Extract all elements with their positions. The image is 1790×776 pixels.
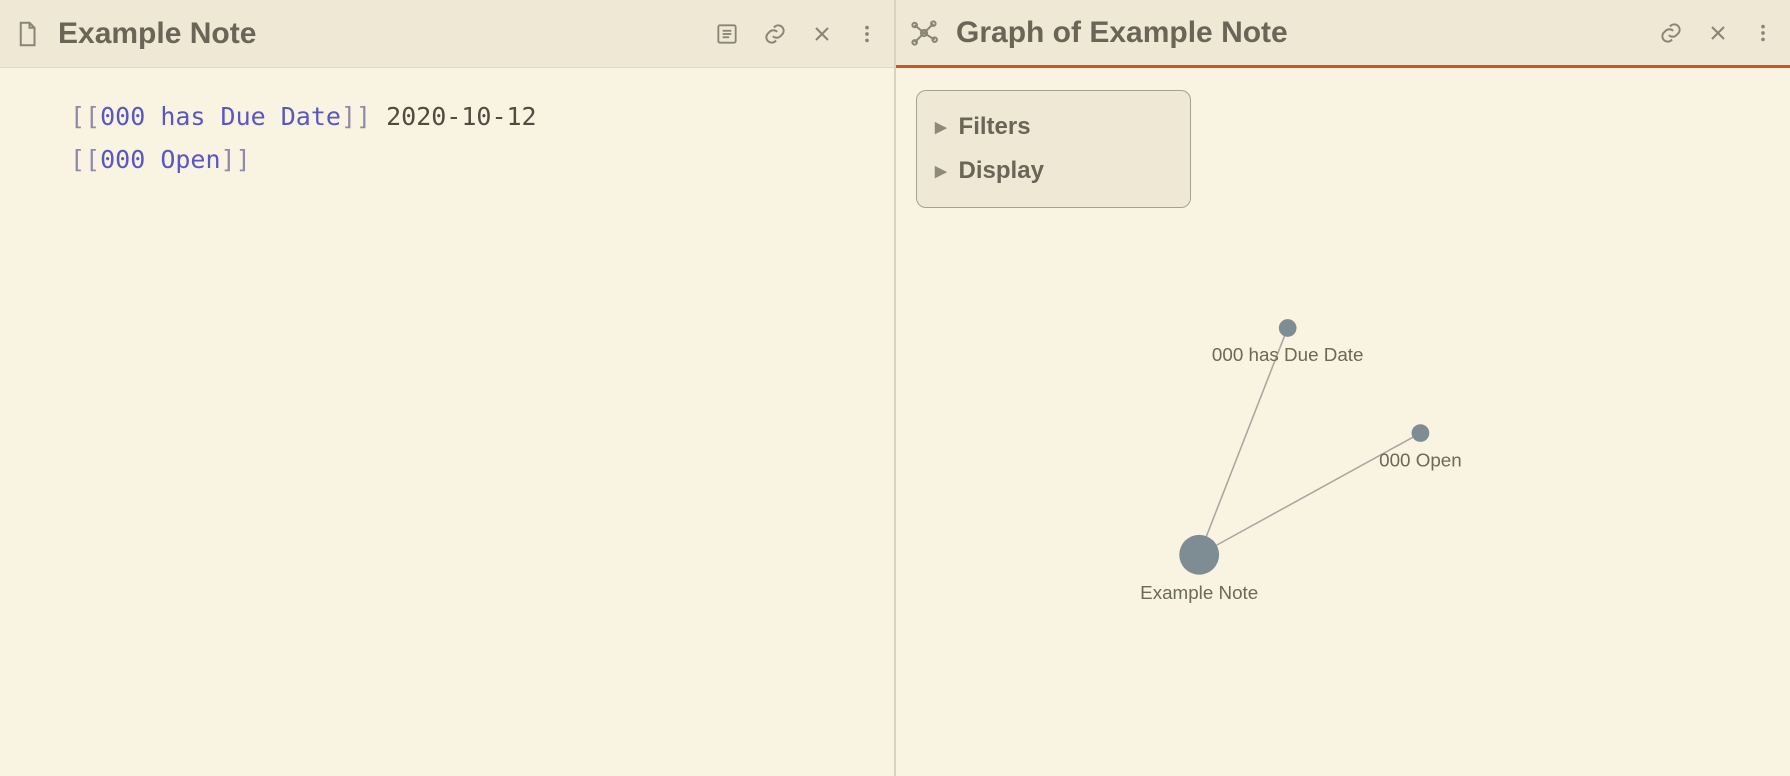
filters-label: Filters: [959, 113, 1031, 141]
note-header-actions: [714, 21, 878, 47]
more-icon[interactable]: [856, 21, 878, 47]
graph-node-label: Example Note: [1140, 582, 1258, 603]
graph-node-label: 000 Open: [1379, 449, 1462, 470]
graph-settings-panel: ▶ Filters ▶ Display: [916, 90, 1191, 208]
chevron-right-icon: ▶: [935, 162, 947, 180]
note-title: Example Note: [58, 17, 698, 51]
filters-toggle[interactable]: ▶ Filters: [931, 105, 1164, 149]
reading-view-icon[interactable]: [714, 21, 740, 47]
link-icon[interactable]: [762, 21, 788, 47]
internal-link[interactable]: 000 Open: [100, 145, 220, 174]
document-icon: [12, 19, 42, 49]
graph-node-label: 000 has Due Date: [1212, 344, 1364, 365]
chevron-right-icon: ▶: [935, 118, 947, 136]
note-pane: Example Note: [0, 0, 896, 776]
bracket-close: ]]: [221, 145, 251, 174]
note-editor[interactable]: [[000 has Due Date]] 2020-10-12 [[000 Op…: [0, 68, 894, 209]
graph-header: Graph of Example Note: [896, 0, 1790, 68]
editor-line[interactable]: [[000 Open]]: [70, 139, 858, 182]
display-label: Display: [959, 157, 1044, 185]
close-icon[interactable]: [1706, 21, 1730, 45]
graph-node[interactable]: [1179, 535, 1219, 575]
note-content[interactable]: [[000 has Due Date]] 2020-10-12 [[000 Op…: [0, 68, 894, 776]
bracket-open: [[: [70, 102, 100, 131]
graph-node[interactable]: [1412, 424, 1430, 442]
graph-icon: [908, 17, 940, 49]
link-icon[interactable]: [1658, 20, 1684, 46]
graph-content[interactable]: Example Note 000 has Due Date 000 Open ▶ F…: [896, 68, 1790, 776]
graph-node[interactable]: [1279, 319, 1297, 337]
graph-pane: Graph of Example Note Example No: [896, 0, 1790, 776]
editor-line[interactable]: [[000 has Due Date]] 2020-10-12: [70, 96, 858, 139]
note-header: Example Note: [0, 0, 894, 68]
bracket-close: ]]: [341, 102, 371, 131]
graph-title: Graph of Example Note: [956, 16, 1642, 50]
display-toggle[interactable]: ▶ Display: [931, 149, 1164, 193]
bracket-open: [[: [70, 145, 100, 174]
close-icon[interactable]: [810, 22, 834, 46]
internal-link[interactable]: 000 has Due Date: [100, 102, 341, 131]
line-text: 2020-10-12: [371, 102, 537, 131]
graph-header-actions: [1658, 20, 1774, 46]
more-icon[interactable]: [1752, 20, 1774, 46]
